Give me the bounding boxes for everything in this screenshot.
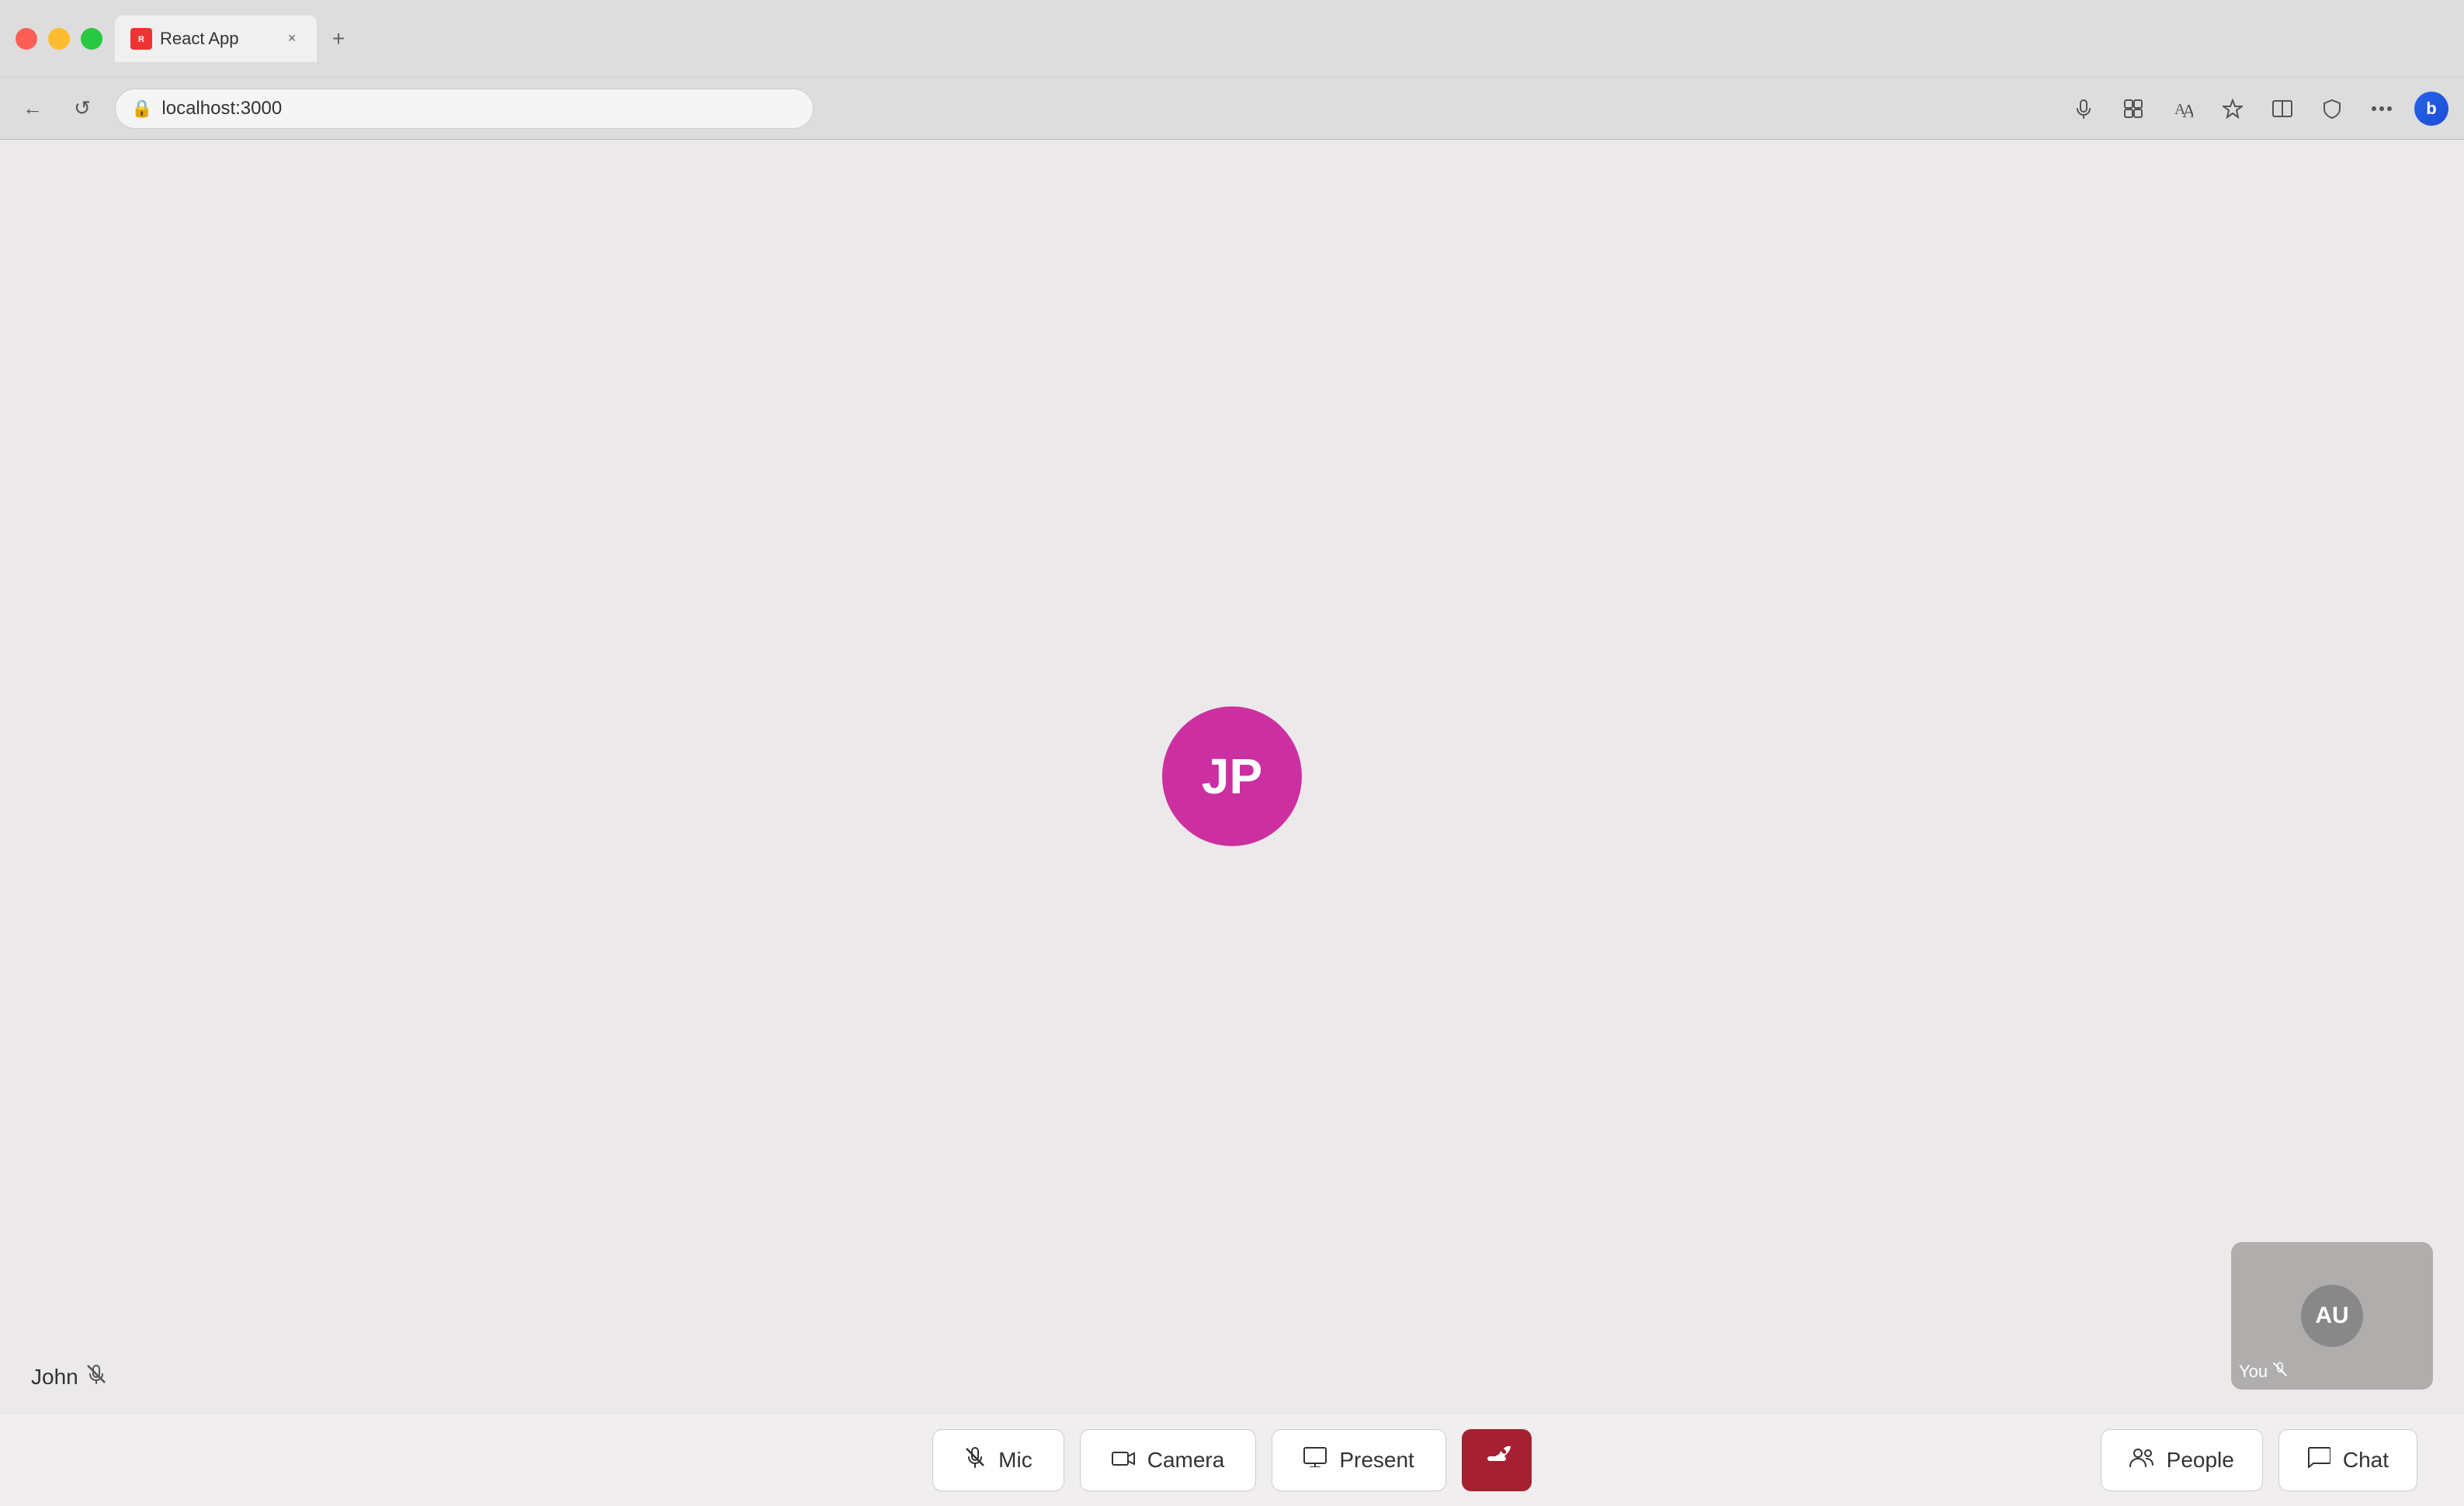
mic-label: Mic xyxy=(998,1448,1032,1473)
close-window-button[interactable] xyxy=(16,28,37,50)
favorites-icon[interactable] xyxy=(2216,92,2250,126)
toolbar-right: People Chat xyxy=(2101,1429,2417,1491)
video-area: JP John AU You xyxy=(0,140,2464,1413)
tab-favicon: R xyxy=(130,28,152,50)
self-muted-icon xyxy=(2272,1362,2288,1382)
traffic-lights xyxy=(16,28,102,50)
main-participant-initials: JP xyxy=(1202,748,1262,805)
end-call-icon xyxy=(1481,1445,1512,1475)
tab-title: React App xyxy=(160,29,275,49)
self-name-text: You xyxy=(2239,1362,2268,1382)
shield-icon[interactable] xyxy=(2315,92,2349,126)
chat-button[interactable]: Chat xyxy=(2278,1429,2417,1491)
browser-tab-bar: R React App × + xyxy=(0,0,2464,78)
people-label: People xyxy=(2167,1448,2234,1473)
url-bar-row: ← ↺ 🔒 localhost:3000 A A xyxy=(0,78,2464,140)
back-button[interactable]: ← xyxy=(16,92,50,126)
chat-label: Chat xyxy=(2343,1448,2389,1473)
mic-browser-icon[interactable] xyxy=(2067,92,2101,126)
refresh-button[interactable]: ↺ xyxy=(65,92,99,126)
grid-icon[interactable] xyxy=(2116,92,2150,126)
self-label: You xyxy=(2239,1362,2288,1382)
mic-button[interactable]: Mic xyxy=(932,1429,1064,1491)
camera-button[interactable]: Camera xyxy=(1080,1429,1257,1491)
camera-icon xyxy=(1112,1447,1135,1473)
present-button[interactable]: Present xyxy=(1272,1429,1446,1491)
minimize-window-button[interactable] xyxy=(48,28,70,50)
svg-text:R: R xyxy=(138,35,144,44)
chat-icon xyxy=(2307,1446,2330,1473)
bing-button[interactable]: b xyxy=(2414,92,2448,126)
active-tab[interactable]: R React App × xyxy=(115,16,317,62)
people-button[interactable]: People xyxy=(2101,1429,2263,1491)
toolbar-center: Mic Camera Present xyxy=(932,1429,1532,1491)
camera-label: Camera xyxy=(1147,1448,1225,1473)
self-avatar: AU xyxy=(2301,1285,2363,1347)
svg-text:A: A xyxy=(2182,102,2193,119)
more-options-button[interactable] xyxy=(2365,92,2399,126)
tab-close-button[interactable]: × xyxy=(283,29,301,48)
main-participant-avatar: JP xyxy=(1162,706,1302,846)
people-icon xyxy=(2129,1447,2154,1473)
participant-muted-icon xyxy=(86,1364,106,1390)
participant-name-text: John xyxy=(31,1365,78,1390)
tab-bar: R React App × + xyxy=(115,16,2448,62)
new-tab-button[interactable]: + xyxy=(323,23,354,54)
split-view-icon[interactable] xyxy=(2265,92,2299,126)
maximize-window-button[interactable] xyxy=(81,28,102,50)
url-bar[interactable]: 🔒 localhost:3000 xyxy=(115,88,814,129)
self-initials: AU xyxy=(2315,1303,2348,1329)
bottom-toolbar: Mic Camera Present xyxy=(0,1413,2464,1506)
url-text: localhost:3000 xyxy=(161,98,282,120)
self-view-thumbnail: AU You xyxy=(2231,1242,2433,1390)
end-call-button[interactable] xyxy=(1462,1429,1532,1491)
secure-icon: 🔒 xyxy=(131,99,152,119)
participant-name-label: John xyxy=(31,1364,106,1390)
present-icon xyxy=(1303,1447,1327,1473)
mic-icon xyxy=(964,1446,986,1474)
browser-actions: A A b xyxy=(2067,92,2448,126)
present-label: Present xyxy=(1339,1448,1414,1473)
reader-icon[interactable]: A A xyxy=(2166,92,2200,126)
